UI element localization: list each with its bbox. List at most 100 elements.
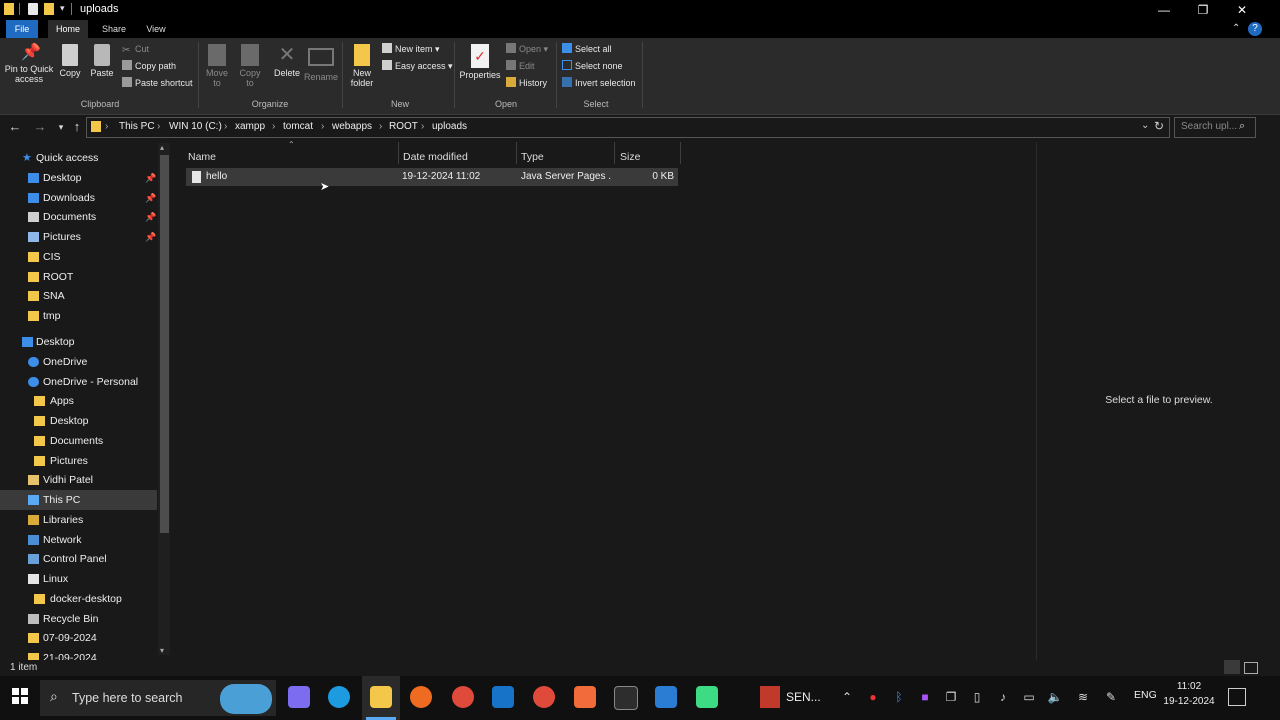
select-none-button[interactable]: Select none xyxy=(562,59,623,73)
nav-item-pictures[interactable]: Pictures 📌 xyxy=(0,227,157,247)
xampp-icon[interactable] xyxy=(574,686,596,708)
nav-item-recycle-bin[interactable]: Recycle Bin xyxy=(0,609,157,629)
nav-item-tmp[interactable]: tmp xyxy=(0,306,157,326)
nav-item-desktop[interactable]: Desktop xyxy=(0,332,157,352)
forward-arrow-icon[interactable]: → xyxy=(31,118,49,136)
scroll-up-icon[interactable]: ▴ xyxy=(160,143,164,152)
breadcrumb-this-pc[interactable]: This PC xyxy=(119,121,155,132)
column-divider[interactable] xyxy=(516,142,517,164)
nav-item-downloads[interactable]: Downloads 📌 xyxy=(0,188,157,208)
show-hidden-icons-chevron-icon[interactable]: ⌃ xyxy=(838,690,856,704)
app-icon[interactable] xyxy=(492,686,514,708)
column-header-type[interactable]: Type xyxy=(521,147,544,167)
nav-item-quick-access[interactable]: ★ Quick access xyxy=(0,148,157,168)
nav-item-network[interactable]: Network xyxy=(0,530,157,550)
windows-start-icon[interactable] xyxy=(12,688,28,704)
clock-date[interactable]: 19-12-2024 xyxy=(1160,696,1218,707)
collapse-ribbon-icon[interactable]: ⌃ xyxy=(1232,23,1240,34)
nav-item-control-panel[interactable]: Control Panel xyxy=(0,549,157,569)
column-divider[interactable] xyxy=(614,142,615,164)
large-icons-view-icon[interactable] xyxy=(1244,662,1258,674)
paste-shortcut-button[interactable]: Paste shortcut xyxy=(122,76,193,90)
invert-selection-button[interactable]: Invert selection xyxy=(562,76,636,90)
breadcrumb-drive[interactable]: WIN 10 (C:) xyxy=(169,121,222,132)
edge-icon[interactable] xyxy=(328,686,350,708)
battery-icon[interactable]: ▭ xyxy=(1020,690,1038,704)
search-icon[interactable]: ⌕ xyxy=(1239,120,1245,133)
pin-icon[interactable]: 📌 xyxy=(145,188,156,208)
pin-to-quick-access-button[interactable]: 📌 Pin to Quick access xyxy=(4,44,54,84)
paste-button[interactable]: Paste xyxy=(88,44,116,78)
search-input[interactable]: Search upl... xyxy=(1181,121,1237,132)
search-box[interactable]: Search upl... ⌕ xyxy=(1174,117,1256,138)
nav-item-documents[interactable]: Documents xyxy=(0,431,157,451)
language-indicator[interactable]: ENG xyxy=(1134,689,1157,701)
breadcrumb-tomcat[interactable]: tomcat xyxy=(283,121,313,132)
nav-scrollbar-thumb[interactable] xyxy=(160,155,169,533)
tab-share[interactable]: Share xyxy=(96,20,132,38)
antivirus-icon[interactable]: ● xyxy=(864,690,882,704)
bluetooth-icon[interactable]: ᛒ xyxy=(890,690,908,704)
column-divider[interactable] xyxy=(398,142,399,164)
details-view-icon[interactable] xyxy=(1224,660,1240,674)
nav-item-onedrive-personal[interactable]: OneDrive - Personal xyxy=(0,372,157,392)
onenote-icon[interactable]: ■ xyxy=(916,690,934,704)
copilot-icon[interactable] xyxy=(288,686,310,708)
properties-quick-icon[interactable] xyxy=(28,3,38,15)
nav-item-sna[interactable]: SNA xyxy=(0,286,157,306)
address-bar[interactable]: › This PC › WIN 10 (C:) › xampp › tomcat… xyxy=(86,117,1170,138)
chrome-icon[interactable] xyxy=(533,686,555,708)
vscode-icon[interactable] xyxy=(655,686,677,708)
notifications-icon[interactable] xyxy=(1228,688,1246,706)
rename-button[interactable]: Rename xyxy=(304,44,338,82)
clock-time[interactable]: 11:02 xyxy=(1160,681,1218,692)
nav-item-desktop[interactable]: Desktop 📌 xyxy=(0,168,157,188)
nav-item-root[interactable]: ROOT xyxy=(0,267,157,287)
restore-icon[interactable]: ❐ xyxy=(1185,0,1221,20)
usb-icon[interactable]: ▯ xyxy=(968,690,986,704)
file-explorer-icon[interactable] xyxy=(370,686,392,708)
select-all-button[interactable]: Select all xyxy=(562,42,612,56)
nav-item-cis[interactable]: CIS xyxy=(0,247,157,267)
tab-view[interactable]: View xyxy=(140,20,172,38)
nav-item-pictures[interactable]: Pictures xyxy=(0,451,157,471)
scroll-down-icon[interactable]: ▾ xyxy=(160,646,164,655)
taskbar-search-box[interactable]: ⌕ Type here to search xyxy=(40,680,276,716)
tab-home[interactable]: Home xyxy=(48,20,88,38)
history-button[interactable]: History xyxy=(506,76,547,90)
nav-item-apps[interactable]: Apps xyxy=(0,391,157,411)
move-to-button[interactable]: Move to xyxy=(204,44,230,88)
taskbar-search-input[interactable]: Type here to search xyxy=(72,691,182,705)
address-history-chevron-icon[interactable]: ⌄ xyxy=(1141,120,1149,131)
nav-item-onedrive[interactable]: OneDrive xyxy=(0,352,157,372)
pin-icon[interactable]: 📌 xyxy=(145,227,156,247)
microphone-icon[interactable]: ♪ xyxy=(994,690,1012,704)
tab-file[interactable]: File xyxy=(6,20,38,38)
pin-icon[interactable]: 📌 xyxy=(145,207,156,227)
edit-button[interactable]: Edit xyxy=(506,59,535,73)
nav-item-linux[interactable]: Linux xyxy=(0,569,157,589)
minimize-icon[interactable]: — xyxy=(1146,0,1182,20)
nav-item-docker-desktop[interactable]: docker-desktop xyxy=(0,589,157,609)
wifi-icon[interactable]: ≋ xyxy=(1074,690,1092,704)
active-window-label[interactable]: SEN... xyxy=(786,690,821,704)
column-header-date-modified[interactable]: Date modified xyxy=(403,147,468,167)
nav-item-this-pc[interactable]: This PC xyxy=(0,490,157,510)
up-arrow-icon[interactable]: ↑ xyxy=(68,118,86,136)
file-row[interactable]: hello 19-12-2024 11:02 Java Server Pages… xyxy=(186,168,678,186)
column-header-size[interactable]: Size xyxy=(620,147,640,167)
easy-access-button[interactable]: Easy access ▾ xyxy=(382,59,453,73)
column-divider[interactable] xyxy=(680,142,681,164)
refresh-icon[interactable]: ↻ xyxy=(1154,119,1164,133)
nav-item-07-09-2024[interactable]: 07-09-2024 xyxy=(0,628,157,648)
customize-quick-access-icon[interactable]: ▾ xyxy=(60,3,65,14)
android-studio-icon[interactable] xyxy=(696,686,718,708)
close-icon[interactable]: ✕ xyxy=(1224,0,1260,20)
chrome-icon[interactable] xyxy=(452,686,474,708)
copy-button[interactable]: Copy xyxy=(58,44,82,78)
nav-item-vidhi-patel[interactable]: Vidhi Patel xyxy=(0,470,157,490)
breadcrumb-webapps[interactable]: webapps xyxy=(332,121,372,132)
nav-item-libraries[interactable]: Libraries xyxy=(0,510,157,530)
terminal-icon[interactable] xyxy=(614,686,638,710)
pen-icon[interactable]: ✎ xyxy=(1102,690,1120,704)
